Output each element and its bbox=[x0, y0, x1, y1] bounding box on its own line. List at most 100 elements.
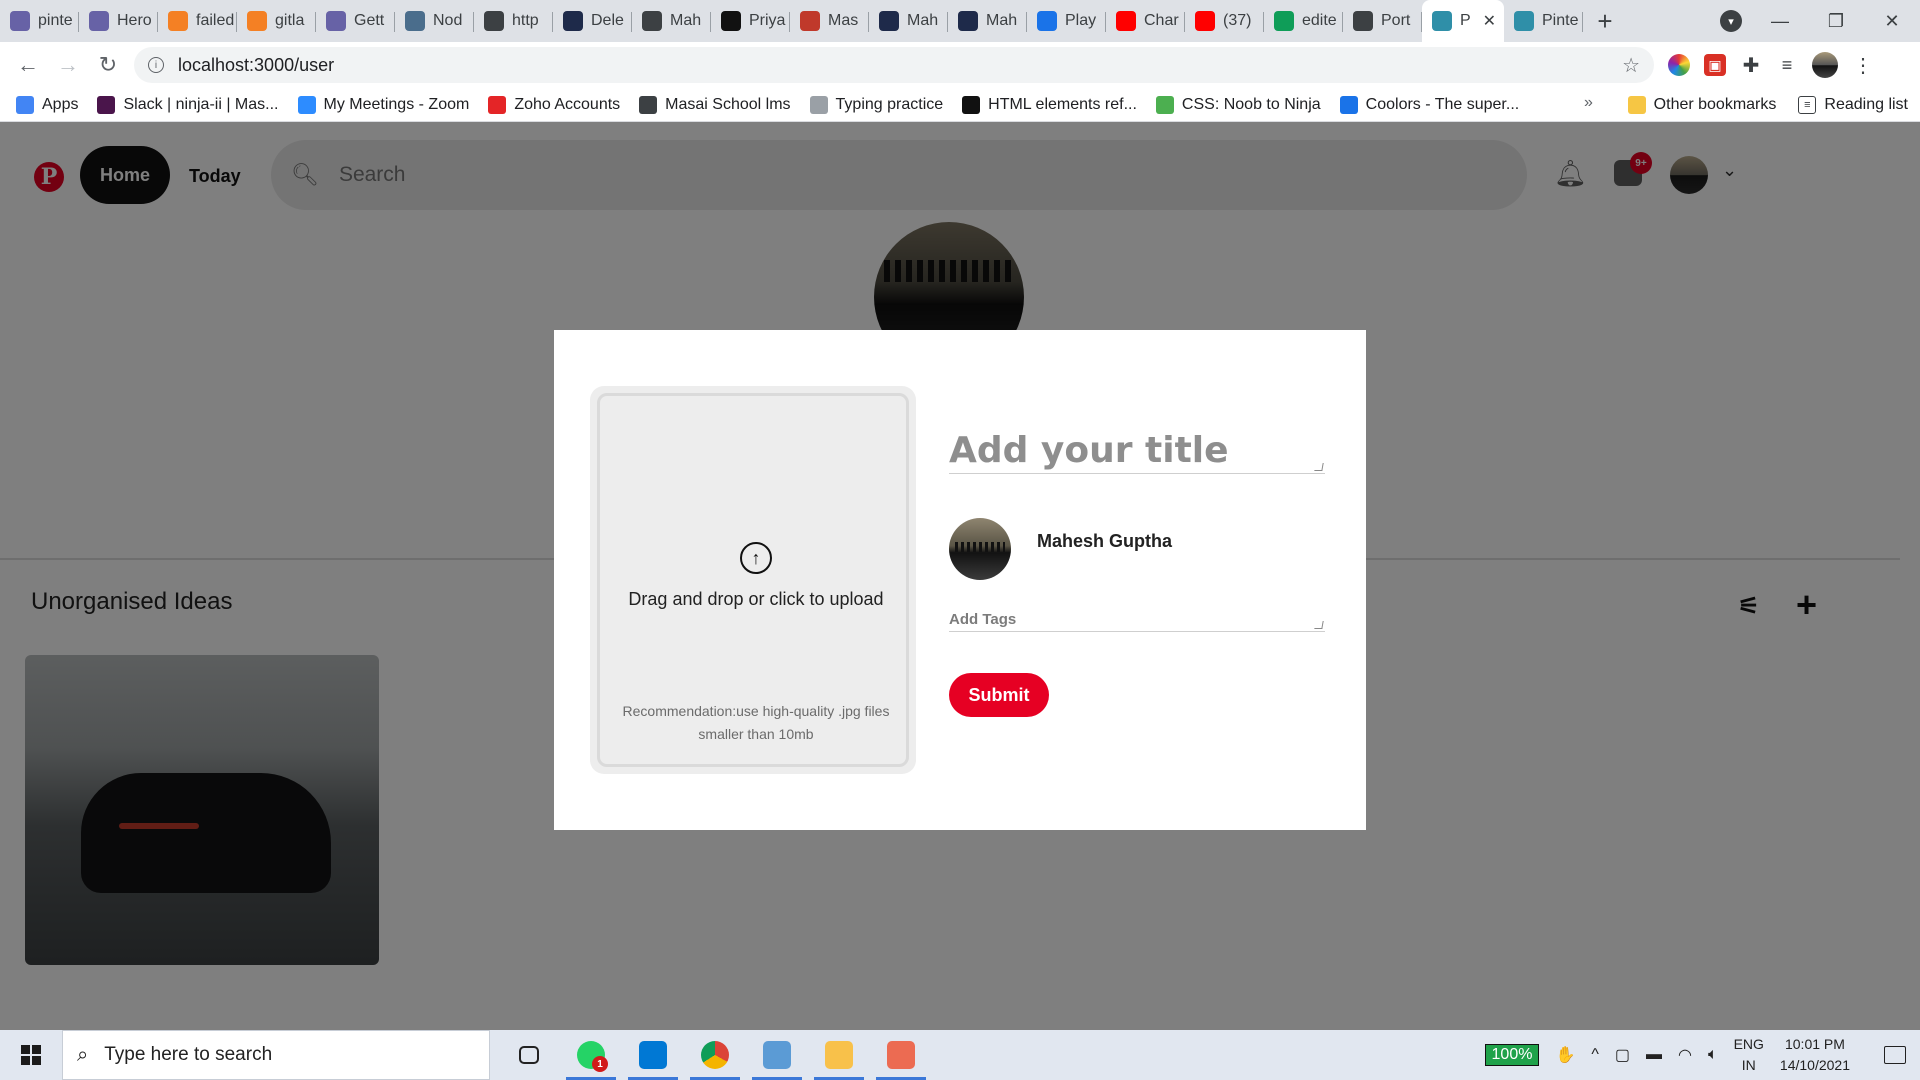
browser-tab[interactable]: Priya bbox=[711, 0, 790, 42]
notification-center-icon[interactable] bbox=[1884, 1046, 1906, 1064]
chrome-icon[interactable] bbox=[684, 1030, 746, 1080]
browser-tab[interactable]: Nod bbox=[395, 0, 474, 42]
site-info-icon[interactable]: i bbox=[148, 57, 164, 73]
taskbar-search-input[interactable]: ⌕ Type here to search bbox=[62, 1030, 490, 1080]
close-window-icon[interactable]: ✕ bbox=[1864, 0, 1920, 42]
reading-list[interactable]: ≡ Reading list bbox=[1798, 96, 1908, 114]
whatsapp-icon[interactable]: 1 bbox=[560, 1030, 622, 1080]
back-icon[interactable]: ← bbox=[8, 45, 48, 85]
file-explorer-glyph bbox=[825, 1041, 853, 1069]
tab-label: gitla bbox=[275, 12, 305, 29]
browser-tab[interactable]: Mah bbox=[869, 0, 948, 42]
browser-tab[interactable]: Play bbox=[1027, 0, 1106, 42]
bookmark-label: Apps bbox=[42, 95, 79, 113]
browser-tab[interactable]: P ✕ bbox=[1422, 0, 1504, 42]
start-button[interactable] bbox=[0, 1030, 62, 1080]
bookmark-item[interactable]: CSS: Noob to Ninja bbox=[1155, 95, 1321, 114]
browser-tab[interactable]: Mah bbox=[948, 0, 1027, 42]
bookmark-item[interactable]: HTML elements ref... bbox=[962, 95, 1137, 114]
browser-tab[interactable]: Hero bbox=[79, 0, 158, 42]
chrome-glyph bbox=[701, 1041, 729, 1069]
browser-tab[interactable]: Mas bbox=[790, 0, 869, 42]
show-hidden-icons-chevron[interactable]: ^ bbox=[1591, 1046, 1599, 1064]
battery-percentage[interactable]: 100% bbox=[1484, 1044, 1540, 1066]
taskbar-search-placeholder: Type here to search bbox=[104, 1044, 273, 1065]
browser-tab[interactable]: http bbox=[474, 0, 553, 42]
file-explorer-icon[interactable] bbox=[808, 1030, 870, 1080]
chrome-menu-icon[interactable]: ⋮ bbox=[1852, 54, 1874, 77]
tab-label: Dele bbox=[591, 12, 624, 29]
vscode-icon[interactable] bbox=[622, 1030, 684, 1080]
git-icon[interactable] bbox=[870, 1030, 932, 1080]
tab-label: Nod bbox=[433, 12, 463, 29]
bookmark-item[interactable]: Slack | ninja-ii | Mas... bbox=[97, 95, 279, 114]
pin-tags-input[interactable]: Add Tags bbox=[949, 608, 1325, 632]
minimize-icon[interactable]: — bbox=[1752, 0, 1808, 42]
bookmark-item[interactable]: Typing practice bbox=[809, 95, 943, 114]
bookmark-item[interactable]: Masai School lms bbox=[639, 95, 791, 114]
browser-tab[interactable]: Port bbox=[1343, 0, 1422, 42]
mdn-icon bbox=[962, 95, 981, 114]
browser-tab[interactable]: Gett bbox=[316, 0, 395, 42]
wifi-icon[interactable]: ◠ bbox=[1678, 1045, 1692, 1065]
volume-icon[interactable]: 🔈︎ bbox=[1708, 1046, 1718, 1064]
new-tab-button[interactable]: + bbox=[1583, 0, 1627, 42]
hashnode-icon bbox=[721, 11, 741, 31]
bookmark-item[interactable]: Coolors - The super... bbox=[1339, 95, 1519, 114]
extensions-puzzle-icon[interactable]: ✚ bbox=[1740, 54, 1762, 77]
textarea-resize-handle[interactable] bbox=[1314, 463, 1324, 471]
slack-icon bbox=[97, 95, 116, 114]
react-icon bbox=[1432, 11, 1452, 31]
tab-close-icon[interactable]: ✕ bbox=[1483, 11, 1496, 31]
notes-icon[interactable] bbox=[746, 1030, 808, 1080]
browser-tab[interactable]: Char bbox=[1106, 0, 1185, 42]
tab-label: Mah bbox=[670, 12, 702, 29]
tab-search-icon[interactable]: ▾ bbox=[1720, 10, 1742, 32]
forward-icon[interactable]: → bbox=[48, 45, 88, 85]
browser-tab[interactable]: failed bbox=[158, 0, 237, 42]
address-bar[interactable]: i localhost:3000/user ☆ bbox=[134, 47, 1654, 83]
reading-list-label: Reading list bbox=[1824, 96, 1908, 113]
browser-tab[interactable]: Dele bbox=[553, 0, 632, 42]
reload-icon[interactable]: ↻ bbox=[88, 45, 128, 85]
red-extension-icon[interactable]: ▣ bbox=[1704, 54, 1726, 76]
image-upload-dropzone[interactable]: ↑ Drag and drop or click to upload Recom… bbox=[590, 386, 916, 774]
clock[interactable]: 10:01 PM 14/10/2021 bbox=[1780, 1034, 1850, 1076]
bookmark-item[interactable]: Zoho Accounts bbox=[488, 95, 620, 114]
textarea-resize-handle[interactable] bbox=[1314, 621, 1324, 629]
task-view-icon[interactable] bbox=[498, 1030, 560, 1080]
media-control-icon[interactable]: ≡ bbox=[1776, 54, 1798, 76]
author-name: Mahesh Guptha bbox=[1037, 531, 1173, 551]
touch-icon[interactable]: ✋ bbox=[1555, 1045, 1575, 1065]
pin-title-input[interactable]: Add your title bbox=[949, 428, 1325, 474]
m-icon bbox=[879, 11, 899, 31]
browser-tab[interactable]: Pinte bbox=[1504, 0, 1583, 42]
author-avatar bbox=[949, 518, 1011, 580]
more-bookmarks-chevron[interactable]: » bbox=[1584, 94, 1593, 112]
battery-icon[interactable]: ▬ bbox=[1646, 1046, 1662, 1064]
submit-button[interactable]: Submit bbox=[949, 673, 1049, 717]
language-indicator[interactable]: ENG IN bbox=[1734, 1034, 1764, 1076]
browser-toolbar: ← → ↻ i localhost:3000/user ☆ ▣ ✚ ≡ ⋮ bbox=[0, 42, 1920, 88]
browser-tab[interactable]: (37) bbox=[1185, 0, 1264, 42]
other-bookmarks[interactable]: Other bookmarks bbox=[1627, 96, 1776, 114]
bookmark-item[interactable]: Apps bbox=[16, 95, 79, 114]
browser-tab[interactable]: gitla bbox=[237, 0, 316, 42]
restore-icon[interactable]: ❐ bbox=[1808, 0, 1864, 42]
browser-tab[interactable]: pinte bbox=[0, 0, 79, 42]
heroku-icon bbox=[326, 11, 346, 31]
browser-tab[interactable]: Mah bbox=[632, 0, 711, 42]
bookmarks-bar: Apps Slack | ninja-ii | Mas... My Meetings… bbox=[0, 88, 1920, 122]
device-icon[interactable]: ▢ bbox=[1615, 1045, 1630, 1065]
stackoverflow-icon bbox=[247, 11, 267, 31]
profile-avatar-icon[interactable] bbox=[1812, 52, 1838, 78]
lang-bottom: IN bbox=[1741, 1057, 1756, 1073]
tab-label: Hero bbox=[117, 12, 152, 29]
bookmark-label: CSS: Noob to Ninja bbox=[1181, 95, 1321, 113]
bookmark-star-icon[interactable]: ☆ bbox=[1622, 53, 1640, 78]
color-picker-extension-icon[interactable] bbox=[1668, 54, 1690, 76]
upload-instructions: Drag and drop or click to upload bbox=[628, 589, 884, 609]
clock-date: 14/10/2021 bbox=[1779, 1057, 1850, 1073]
browser-tab[interactable]: edite bbox=[1264, 0, 1343, 42]
bookmark-item[interactable]: My Meetings - Zoom bbox=[297, 95, 469, 114]
